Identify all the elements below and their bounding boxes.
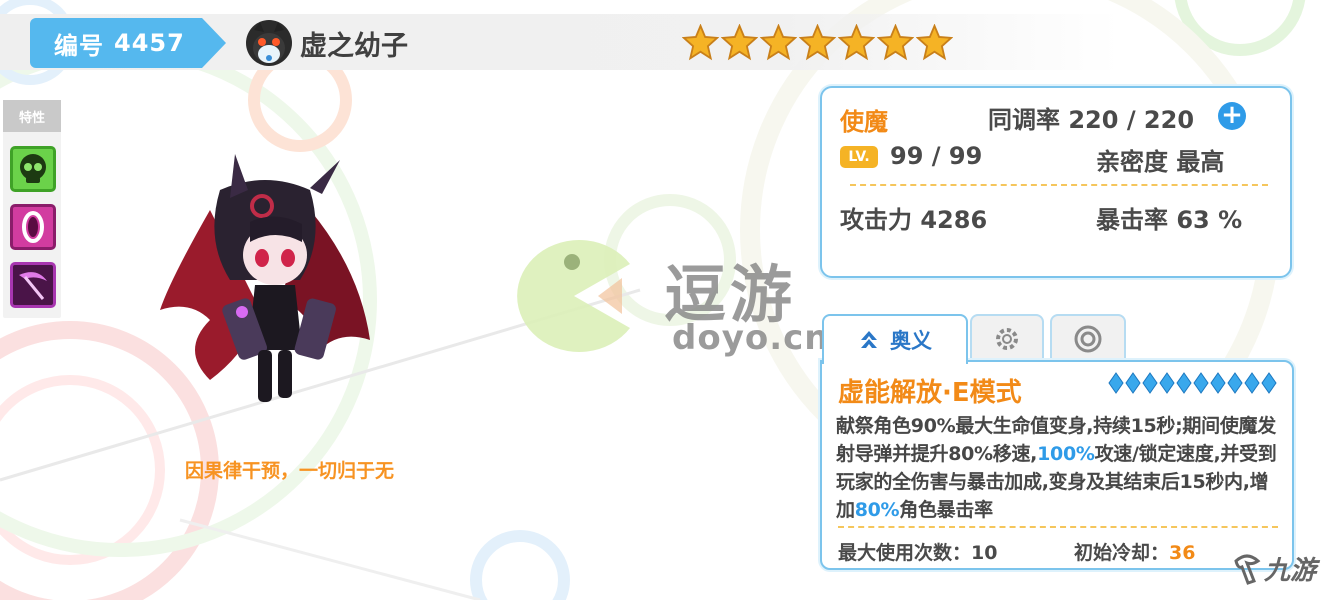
crit-value: 63 % xyxy=(1176,206,1243,234)
add-sync-button[interactable]: + xyxy=(1218,102,1246,130)
max-uses-value: 10 xyxy=(971,542,998,564)
character-quote: 因果律干预，一切归于无 xyxy=(185,460,395,482)
affinity-label: 亲密度 xyxy=(1096,148,1168,176)
star-rating xyxy=(682,24,953,61)
attack-label: 攻击力 xyxy=(840,206,912,234)
max-uses-label: 最大使用次数： xyxy=(838,542,972,564)
skill-gem-rating xyxy=(1108,372,1278,394)
gem-icon xyxy=(1244,372,1260,394)
sync-value: 220 / 220 xyxy=(1068,106,1195,134)
corner-logo-text: 九游 xyxy=(1264,555,1317,586)
stats-divider xyxy=(850,184,1268,186)
sync-label: 同调率 xyxy=(988,106,1060,134)
id-label: 编号 xyxy=(54,31,104,60)
tab-gear[interactable] xyxy=(970,314,1044,362)
skill-desc-highlight1: 100% xyxy=(1037,443,1095,465)
pet-avatar-icon xyxy=(246,20,292,66)
gem-icon xyxy=(1261,372,1277,394)
gem-icon xyxy=(1193,372,1209,394)
star-icon xyxy=(760,24,797,61)
initial-cooldown: 初始冷却：36 xyxy=(1074,538,1195,565)
scythe-icon[interactable] xyxy=(10,262,56,308)
crit-label: 暴击率 xyxy=(1096,206,1168,234)
level-value: 99 / 99 xyxy=(890,142,983,170)
cooldown-value: 36 xyxy=(1169,542,1196,564)
gem-icon xyxy=(1125,372,1141,394)
ougi-arrow-icon xyxy=(861,331,877,348)
role-label: 使魔 xyxy=(840,108,888,136)
star-icon xyxy=(682,24,719,61)
corner-logo: 九游 xyxy=(1232,540,1326,596)
traits-title: 特性 xyxy=(3,100,61,132)
tab-ring[interactable] xyxy=(1050,314,1126,362)
tab-ougi-label: 奥义 xyxy=(890,329,932,353)
pet-name: 虚之幼子 xyxy=(300,31,408,62)
sync-rate: 同调率 220 / 220 xyxy=(988,100,1194,135)
watermark-url: doyo.cn xyxy=(672,318,830,358)
max-uses: 最大使用次数：10 xyxy=(838,538,997,565)
attack-value: 4286 xyxy=(920,206,988,234)
zero-orb-icon[interactable] xyxy=(10,204,56,250)
star-icon xyxy=(799,24,836,61)
cooldown-label: 初始冷却： xyxy=(1074,542,1170,564)
nine-game-logo-icon xyxy=(1234,554,1261,585)
tab-ougi[interactable]: 奥义 xyxy=(822,314,968,364)
star-icon xyxy=(916,24,953,61)
affinity: 亲密度 最高 xyxy=(1096,142,1224,177)
skill-name: 虚能解放·E模式 xyxy=(838,378,1022,408)
skull-icon[interactable] xyxy=(10,146,56,192)
star-icon xyxy=(721,24,758,61)
affinity-value: 最高 xyxy=(1176,148,1225,176)
crit-rate: 暴击率 63 % xyxy=(1096,200,1242,235)
gem-icon xyxy=(1227,372,1243,394)
gem-icon xyxy=(1108,372,1124,394)
skill-panel: 虚能解放·E模式 献祭角色90%最大生命值变身,持续15秒;期间使魔发射导弹并提… xyxy=(820,360,1294,570)
pet-id-badge: 编号 4457 xyxy=(30,18,226,68)
attack: 攻击力 4286 xyxy=(840,200,987,235)
skill-desc-part3: 角色暴击率 xyxy=(899,499,993,521)
skill-desc-highlight2: 80% xyxy=(854,499,900,521)
character-illustration xyxy=(160,154,370,402)
watermark-pacman-icon xyxy=(517,240,630,352)
gem-icon xyxy=(1142,372,1158,394)
id-number: 4457 xyxy=(114,29,185,57)
traits-sidebar: 特性 xyxy=(3,100,61,318)
skill-description: 献祭角色90%最大生命值变身,持续15秒;期间使魔发射导弹并提升80%移速,10… xyxy=(836,412,1284,524)
skill-divider xyxy=(838,526,1278,528)
stats-panel: 使魔 同调率 220 / 220 + LV. 99 / 99 亲密度 最高 攻击… xyxy=(820,86,1292,278)
star-icon xyxy=(877,24,914,61)
gem-icon xyxy=(1210,372,1226,394)
gem-icon xyxy=(1176,372,1192,394)
star-icon xyxy=(838,24,875,61)
ring-icon xyxy=(1074,325,1102,353)
gem-icon xyxy=(1159,372,1175,394)
level-badge: LV. xyxy=(840,146,878,168)
gear-icon xyxy=(996,328,1018,350)
